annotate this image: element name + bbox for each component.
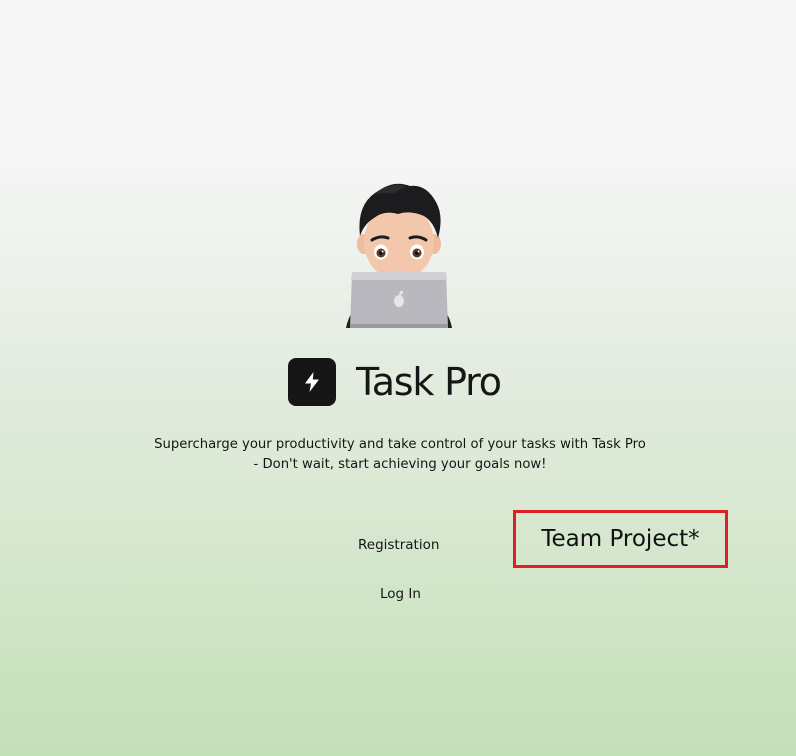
- login-link[interactable]: Log In: [380, 586, 421, 602]
- brand: Task Pro: [288, 358, 502, 406]
- avatar: [346, 183, 452, 328]
- tagline: Supercharge your productivity and take c…: [154, 437, 646, 472]
- app-title: Task Pro: [356, 360, 502, 404]
- logo: [288, 358, 336, 406]
- registration-link[interactable]: Registration: [358, 537, 439, 553]
- lightning-bolt-icon: [305, 372, 319, 392]
- team-project-annotation: Team Project*: [513, 510, 728, 568]
